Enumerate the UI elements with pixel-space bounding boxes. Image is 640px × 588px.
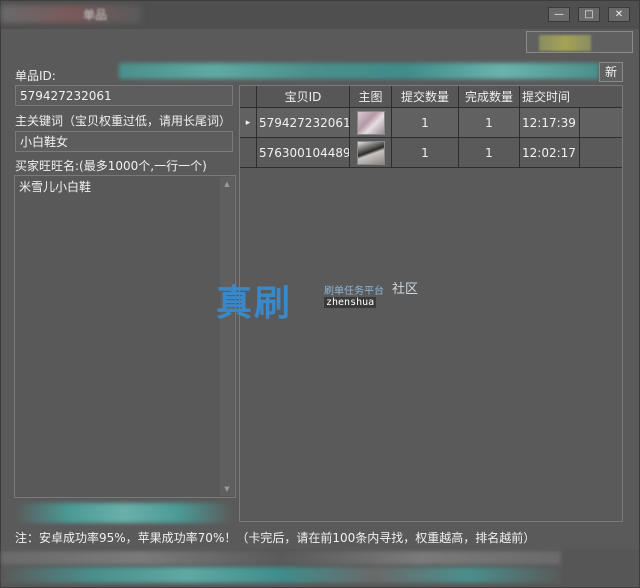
obscured-region bbox=[539, 35, 591, 51]
table-row[interactable]: 576300104489 1 1 12:02:17 bbox=[240, 138, 622, 168]
row-indicator-empty bbox=[240, 138, 257, 168]
buyers-label: 买家旺旺名:(最多1000个,一行一个) bbox=[15, 159, 207, 173]
watermark-community-text: 社区 bbox=[392, 282, 419, 297]
header-time[interactable]: 提交时间 bbox=[520, 86, 580, 108]
shoe-thumbnail-icon bbox=[357, 141, 385, 165]
scroll-up-icon[interactable]: ▲ bbox=[222, 179, 232, 189]
obscured-status-bottom bbox=[1, 567, 561, 583]
main-window: 单品 — □ ✕ 单品ID: 新 579427232061 主关键词（宝贝权重过… bbox=[0, 0, 640, 588]
status-bar bbox=[1, 549, 639, 587]
header-indicator bbox=[240, 86, 257, 108]
buyers-textarea[interactable]: 米雪儿小白鞋 ▲ ▼ bbox=[14, 175, 236, 498]
scroll-down-icon[interactable]: ▼ bbox=[222, 484, 232, 494]
cell-time[interactable]: 12:02:17 bbox=[520, 138, 580, 168]
keyword-field[interactable]: 小白鞋女 bbox=[15, 131, 233, 152]
table-row[interactable]: ▸ 579427232061 1 1 12:17:39 bbox=[240, 108, 622, 138]
cell-image[interactable] bbox=[350, 108, 392, 138]
buyers-textarea-content: 米雪儿小白鞋 bbox=[19, 180, 92, 194]
window-title: 单品 bbox=[83, 8, 108, 22]
watermark-english-text: zhenshua bbox=[324, 297, 377, 308]
refresh-button[interactable]: 新 bbox=[599, 62, 623, 82]
textarea-scrollbar[interactable]: ▲ ▼ bbox=[220, 177, 234, 496]
obscured-status bbox=[1, 551, 561, 565]
shoe-thumbnail-icon bbox=[357, 111, 385, 135]
cell-time[interactable]: 12:17:39 bbox=[520, 108, 580, 138]
header-submitted[interactable]: 提交数量 bbox=[392, 86, 459, 108]
watermark-big-text: 真刷 bbox=[216, 282, 293, 324]
row-indicator-icon: ▸ bbox=[240, 108, 257, 138]
title-blur-region bbox=[1, 5, 141, 23]
close-button[interactable]: ✕ bbox=[608, 7, 630, 22]
header-completed[interactable]: 完成数量 bbox=[459, 86, 520, 108]
table-header: 宝贝ID 主图 提交数量 完成数量 提交时间 bbox=[240, 86, 622, 108]
minimize-button[interactable]: — bbox=[548, 7, 570, 22]
watermark-logo: 真刷 刷单任务平台 社区 zhenshua bbox=[216, 274, 456, 324]
keyword-label: 主关键词（宝贝权重过低，请用长尾词） bbox=[15, 114, 232, 128]
cell-completed[interactable]: 1 bbox=[459, 108, 520, 138]
cell-item-id[interactable]: 579427232061 bbox=[257, 108, 350, 138]
cell-submitted[interactable]: 1 bbox=[392, 138, 459, 168]
success-rate-note: 注：安卓成功率95%，苹果成功率70%！（卡完后，请在前100条内寻找，权重越高… bbox=[15, 531, 536, 545]
cell-submitted[interactable]: 1 bbox=[392, 108, 459, 138]
header-item-id[interactable]: 宝贝ID bbox=[257, 86, 350, 108]
maximize-button[interactable]: □ bbox=[578, 7, 600, 22]
cell-completed[interactable]: 1 bbox=[459, 138, 520, 168]
item-id-field[interactable]: 579427232061 bbox=[15, 85, 233, 106]
obscured-strip bbox=[119, 63, 599, 79]
header-image[interactable]: 主图 bbox=[350, 86, 392, 108]
watermark-small-text: 刷单任务平台 bbox=[324, 286, 384, 297]
cell-item-id[interactable]: 576300104489 bbox=[257, 138, 350, 168]
top-right-field[interactable] bbox=[526, 31, 633, 53]
item-id-label: 单品ID: bbox=[15, 69, 56, 83]
cell-image[interactable] bbox=[350, 138, 392, 168]
title-bar: 单品 — □ ✕ bbox=[1, 1, 639, 29]
obscured-button[interactable] bbox=[15, 503, 233, 523]
